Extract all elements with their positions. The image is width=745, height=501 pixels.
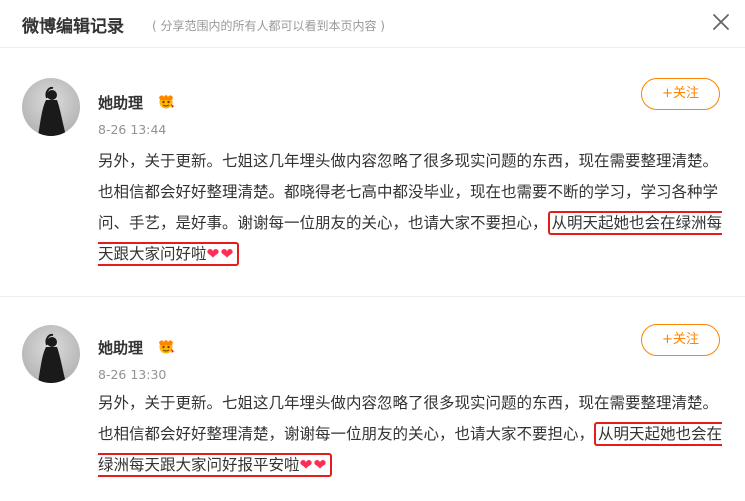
author-name[interactable]: 她助理 [98,337,143,358]
dialog-subtitle: ( 分享范围内的所有人都可以看到本页内容 ) [152,19,385,33]
heart-icon: ❤❤ [299,456,328,474]
dialog-title: 微博编辑记录 [22,17,124,37]
avatar[interactable] [22,78,80,136]
vip-badge-icon [156,93,176,109]
post-content: 另外，关于更新。七姐这几年埋头做内容忽略了很多现实问题的东西，现在需要整理清楚。… [98,146,723,270]
follow-button[interactable]: +关注 [641,78,720,110]
vip-badge-icon [156,338,176,354]
post-content: 另外，关于更新。七姐这几年埋头做内容忽略了很多现实问题的东西，现在需要整理清楚。… [98,388,723,481]
avatar[interactable] [22,325,80,383]
edit-record-item: 她助理 8-26 13:44 +关注 另外，关于更新。七姐这几年埋头做内容忽略了… [0,48,745,295]
post-time: 8-26 13:30 [98,367,167,382]
heart-icon: ❤❤ [206,245,235,263]
edit-record-item: 她助理 8-26 13:30 +关注 另外，关于更新。七姐这几年埋头做内容忽略了… [0,296,745,501]
follow-button[interactable]: +关注 [641,324,720,356]
dialog-header: 微博编辑记录 ( 分享范围内的所有人都可以看到本页内容 ) [0,0,745,48]
author-name[interactable]: 她助理 [98,92,143,113]
post-time: 8-26 13:44 [98,122,167,137]
close-icon[interactable] [711,12,731,32]
